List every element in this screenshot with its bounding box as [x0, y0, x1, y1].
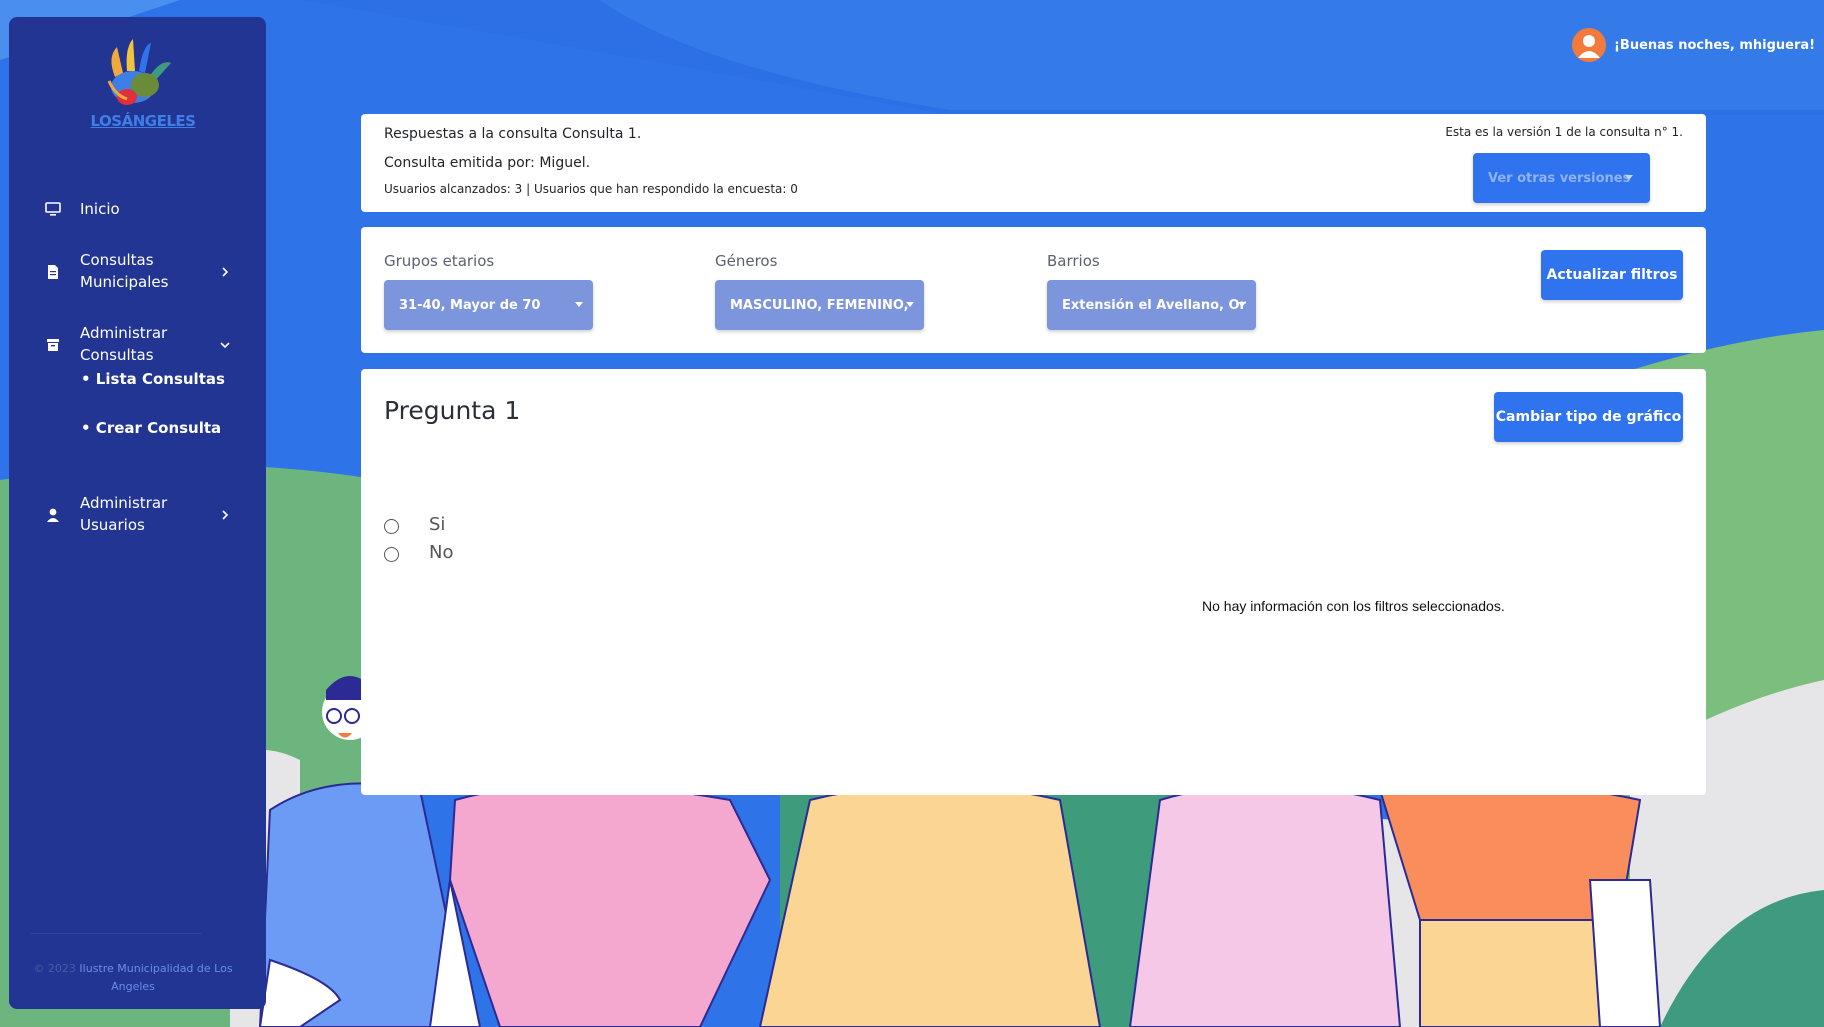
- sidebar-item-inicio[interactable]: Inicio: [9, 193, 266, 225]
- gender-label: Géneros: [715, 252, 778, 270]
- sidebar-subitem-crear-consulta[interactable]: • Crear Consulta: [81, 419, 221, 437]
- radio-circle-icon[interactable]: [384, 519, 399, 534]
- age-group-label: Grupos etarios: [384, 252, 495, 270]
- copyright-year: © 2023: [33, 962, 76, 975]
- copyright: © 2023 Ilustre Municipalidad de Los Ange…: [33, 960, 233, 996]
- monitor-icon: [44, 200, 62, 218]
- versions-dropdown[interactable]: Ver otras versiones: [1473, 153, 1650, 203]
- versions-dropdown-label: Ver otras versiones: [1488, 170, 1631, 186]
- sidebar-item-label: Administrar Consultas: [80, 324, 168, 364]
- sidebar-divider: [31, 933, 201, 934]
- caret-down-icon: [1238, 302, 1246, 307]
- copyright-link[interactable]: Ilustre Municipalidad de Los Angeles: [79, 962, 232, 993]
- consulta-stats: Usuarios alcanzados: 3 | Usuarios que ha…: [384, 182, 798, 196]
- barrio-label: Barrios: [1047, 252, 1100, 270]
- chevron-right-icon: [219, 509, 231, 521]
- greeting-text: ¡Buenas noches, mhiguera!: [1614, 37, 1816, 53]
- change-chart-type-button[interactable]: Cambiar tipo de gráfico: [1494, 392, 1683, 442]
- avatar[interactable]: [1572, 28, 1606, 62]
- user-avatar-icon: [1578, 35, 1600, 58]
- document-icon: [44, 263, 62, 281]
- archive-box-icon: [44, 336, 62, 354]
- user-icon: [44, 506, 62, 524]
- filters-card: Grupos etarios 31-40, Mayor de 70 Género…: [361, 227, 1706, 353]
- age-group-value: 31-40, Mayor de 70: [399, 297, 541, 313]
- municipality-logo[interactable]: LOSÁNGELES: [87, 37, 199, 147]
- logo-wordmark: LOSÁNGELES: [90, 112, 196, 130]
- sidebar-item-label: Inicio: [80, 200, 120, 218]
- sidebar-item-consultas-municipales[interactable]: Consultas Municipales: [9, 247, 266, 297]
- question-title: Pregunta 1: [384, 396, 521, 425]
- empty-chart-message: No hay información con los filtros selec…: [1202, 598, 1505, 614]
- gender-value: MASCULINO, FEMENINO,: [730, 297, 909, 313]
- chevron-down-icon: [219, 339, 231, 351]
- consulta-summary-card: Respuestas a la consulta Consulta 1. Con…: [361, 114, 1706, 212]
- sidebar-item-administrar-usuarios[interactable]: Administrar Usuarios: [9, 490, 266, 540]
- sidebar-item-label: Administrar Usuarios: [80, 494, 168, 534]
- legend-item-si[interactable]: Si: [384, 514, 445, 535]
- consulta-title: Respuestas a la consulta Consulta 1.: [384, 126, 642, 142]
- update-filters-button[interactable]: Actualizar filtros: [1541, 250, 1683, 300]
- barrio-value: Extensión el Avellano, Or: [1062, 297, 1246, 313]
- age-group-dropdown[interactable]: 31-40, Mayor de 70: [384, 280, 593, 330]
- gender-dropdown[interactable]: MASCULINO, FEMENINO,: [715, 280, 924, 330]
- sidebar-item-administrar-consultas[interactable]: Administrar Consultas: [9, 320, 266, 370]
- legend-item-no[interactable]: No: [384, 542, 453, 563]
- user-greeting[interactable]: ¡Buenas noches, mhiguera!: [1572, 28, 1815, 62]
- consulta-issuer: Consulta emitida por: Miguel.: [384, 155, 591, 171]
- chevron-right-icon: [219, 266, 231, 278]
- radio-circle-icon[interactable]: [384, 547, 399, 562]
- version-info: Esta es la versión 1 de la consulta n° 1…: [1445, 125, 1683, 139]
- sidebar-subitem-lista-consultas[interactable]: • Lista Consultas: [81, 370, 225, 388]
- caret-down-icon: [1625, 175, 1633, 180]
- legend-label: Si: [429, 514, 446, 535]
- question-card: Pregunta 1 Cambiar tipo de gráfico Si No…: [361, 369, 1706, 795]
- barrio-dropdown[interactable]: Extensión el Avellano, Or: [1047, 280, 1256, 330]
- sidebar-item-label: Consultas Municipales: [80, 251, 169, 291]
- sidebar: LOSÁNGELES Inicio Consultas Municipales …: [9, 17, 266, 1009]
- legend-label: No: [429, 542, 454, 563]
- caret-down-icon: [906, 302, 914, 307]
- caret-down-icon: [575, 302, 583, 307]
